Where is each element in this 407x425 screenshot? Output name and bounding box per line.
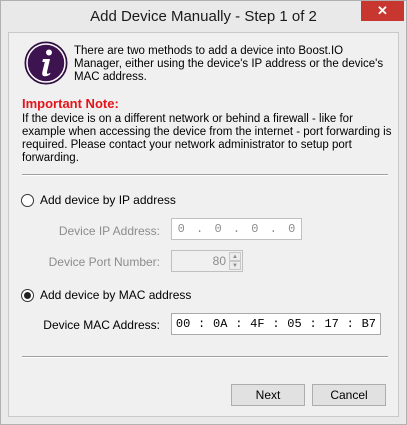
next-button[interactable]: Next (231, 384, 305, 406)
ip-separator: . (196, 222, 204, 236)
important-note-body: If the device is on a different network … (22, 113, 392, 164)
mac-byte-1: 00 (175, 317, 191, 331)
spin-up-icon[interactable]: ▲ (229, 252, 241, 261)
port-number-spinner[interactable]: 80 ▲ ▼ (171, 250, 243, 272)
ip-separator: . (232, 222, 241, 236)
mac-separator: : (346, 317, 354, 331)
ip-octet-1: 0 (177, 222, 185, 236)
ip-octet-4: 0 (288, 222, 296, 236)
mac-byte-2: 0A (213, 317, 228, 331)
radio-ip-label[interactable]: Add device by IP address (40, 193, 176, 207)
port-number-value: 80 (212, 254, 226, 268)
port-number-label: Device Port Number: (48, 255, 160, 269)
dialog-body: There are two methods to add a device in… (8, 32, 399, 417)
radio-mac-label[interactable]: Add device by MAC address (40, 288, 191, 302)
important-note-heading: Important Note: (22, 96, 119, 111)
close-button[interactable]: ✕ (361, 1, 404, 21)
radio-mac-circle[interactable] (21, 288, 34, 302)
mac-byte-5: 17 (324, 317, 339, 331)
window-title: Add Device Manually - Step 1 of 2 (90, 8, 317, 25)
mac-address-input[interactable]: 00 : 0A : 4F : 05 : 17 : B7 (171, 313, 381, 335)
separator-top (22, 174, 388, 176)
mac-byte-4: 05 (287, 317, 302, 331)
mac-separator: : (309, 317, 317, 331)
mac-byte-3: 4F (250, 317, 265, 331)
ip-separator: . (269, 222, 277, 236)
ip-octet-2: 0 (214, 222, 222, 236)
ip-octet-3: 0 (251, 222, 259, 236)
ip-address-input[interactable]: 0 . 0 . 0 . 0 (171, 218, 302, 240)
radio-ip-circle[interactable] (21, 193, 34, 207)
title-bar[interactable]: Add Device Manually - Step 1 of 2 ✕ (1, 1, 406, 31)
spinner-arrows[interactable]: ▲ ▼ (229, 252, 241, 270)
spin-down-icon[interactable]: ▼ (229, 261, 241, 270)
radio-selected-dot (24, 291, 31, 299)
mac-separator: : (198, 317, 206, 331)
radio-mac-address[interactable]: Add device by MAC address (21, 288, 191, 302)
close-icon: ✕ (377, 3, 388, 18)
cancel-button[interactable]: Cancel (312, 384, 386, 406)
mac-address-label: Device MAC Address: (43, 318, 160, 332)
info-icon (24, 41, 68, 85)
intro-text: There are two methods to add a device in… (74, 45, 384, 83)
mac-byte-6: B7 (361, 317, 376, 331)
mac-separator: : (272, 317, 280, 331)
dialog-window: Add Device Manually - Step 1 of 2 ✕ Ther… (0, 0, 407, 425)
separator-bottom (22, 356, 388, 358)
ip-address-label: Device IP Address: (58, 224, 160, 238)
mac-separator: : (235, 317, 243, 331)
radio-ip-address[interactable]: Add device by IP address (21, 193, 176, 207)
